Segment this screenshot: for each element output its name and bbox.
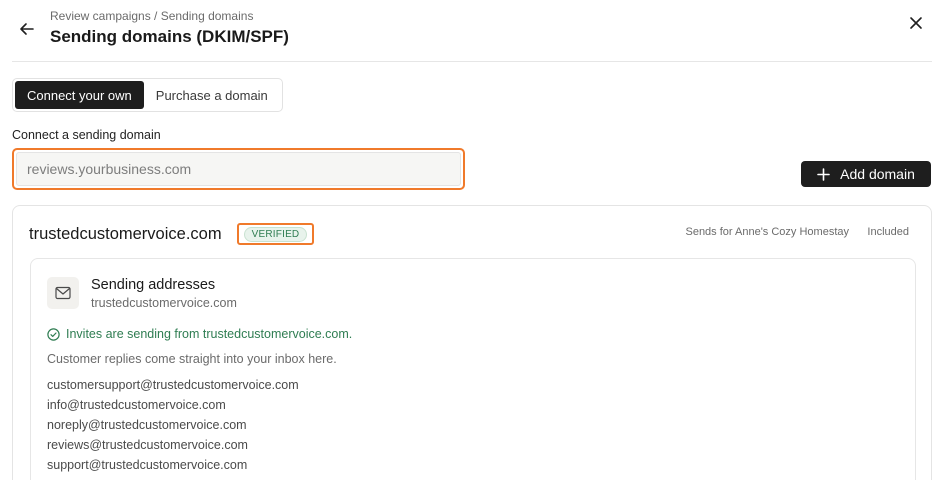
status-badge: VERIFIED [243, 226, 308, 242]
add-domain-label: Add domain [840, 166, 915, 182]
sending-addresses-card: Sending addresses trustedcustomervoice.c… [30, 258, 916, 480]
section-title: Sending addresses [91, 277, 216, 293]
domain-field-label: Connect a sending domain [12, 128, 161, 142]
list-item: support@trustedcustomervoice.com [47, 458, 248, 472]
mail-icon-box [47, 277, 79, 309]
plus-icon [817, 167, 830, 181]
page-title: Sending domains (DKIM/SPF) [50, 27, 289, 46]
address-list: customersupport@trustedcustomervoice.com… [47, 375, 299, 475]
plan-text: Included [867, 226, 909, 238]
tab-connect-your-own[interactable]: Connect your own [15, 81, 144, 109]
close-button[interactable] [906, 13, 926, 33]
check-circle-icon [47, 327, 60, 341]
domain-name: trustedcustomervoice.com [29, 225, 222, 243]
list-item: info@trustedcustomervoice.com [47, 398, 226, 412]
add-domain-button[interactable]: Add domain [801, 161, 931, 187]
sending-status-text: Invites are sending from trustedcustomer… [66, 327, 353, 341]
sending-status: Invites are sending from trustedcustomer… [47, 327, 352, 341]
mail-icon [55, 286, 71, 300]
verified-highlight: VERIFIED [237, 223, 314, 245]
list-item: reviews@trustedcustomervoice.com [47, 438, 248, 452]
list-item: noreply@trustedcustomervoice.com [47, 418, 247, 432]
page-header: Review campaigns / Sending domains Sendi… [0, 0, 940, 62]
section-subtitle: trustedcustomervoice.com [91, 296, 237, 310]
close-icon [910, 17, 922, 29]
sends-for-text: Sends for Anne's Cozy Homestay [685, 226, 849, 238]
domain-input[interactable] [16, 152, 461, 186]
back-button[interactable] [16, 18, 38, 40]
header-divider [12, 61, 932, 62]
list-item: customersupport@trustedcustomervoice.com [47, 378, 299, 392]
domain-input-highlight [12, 148, 465, 190]
arrow-left-icon [20, 23, 34, 35]
replies-info: Customer replies come straight into your… [47, 352, 337, 366]
breadcrumb: Review campaigns / Sending domains [50, 9, 254, 23]
domain-card: trustedcustomervoice.com VERIFIED Sends … [12, 205, 932, 480]
tab-purchase-domain[interactable]: Purchase a domain [144, 81, 280, 109]
domain-source-tabs: Connect your own Purchase a domain [12, 78, 283, 112]
